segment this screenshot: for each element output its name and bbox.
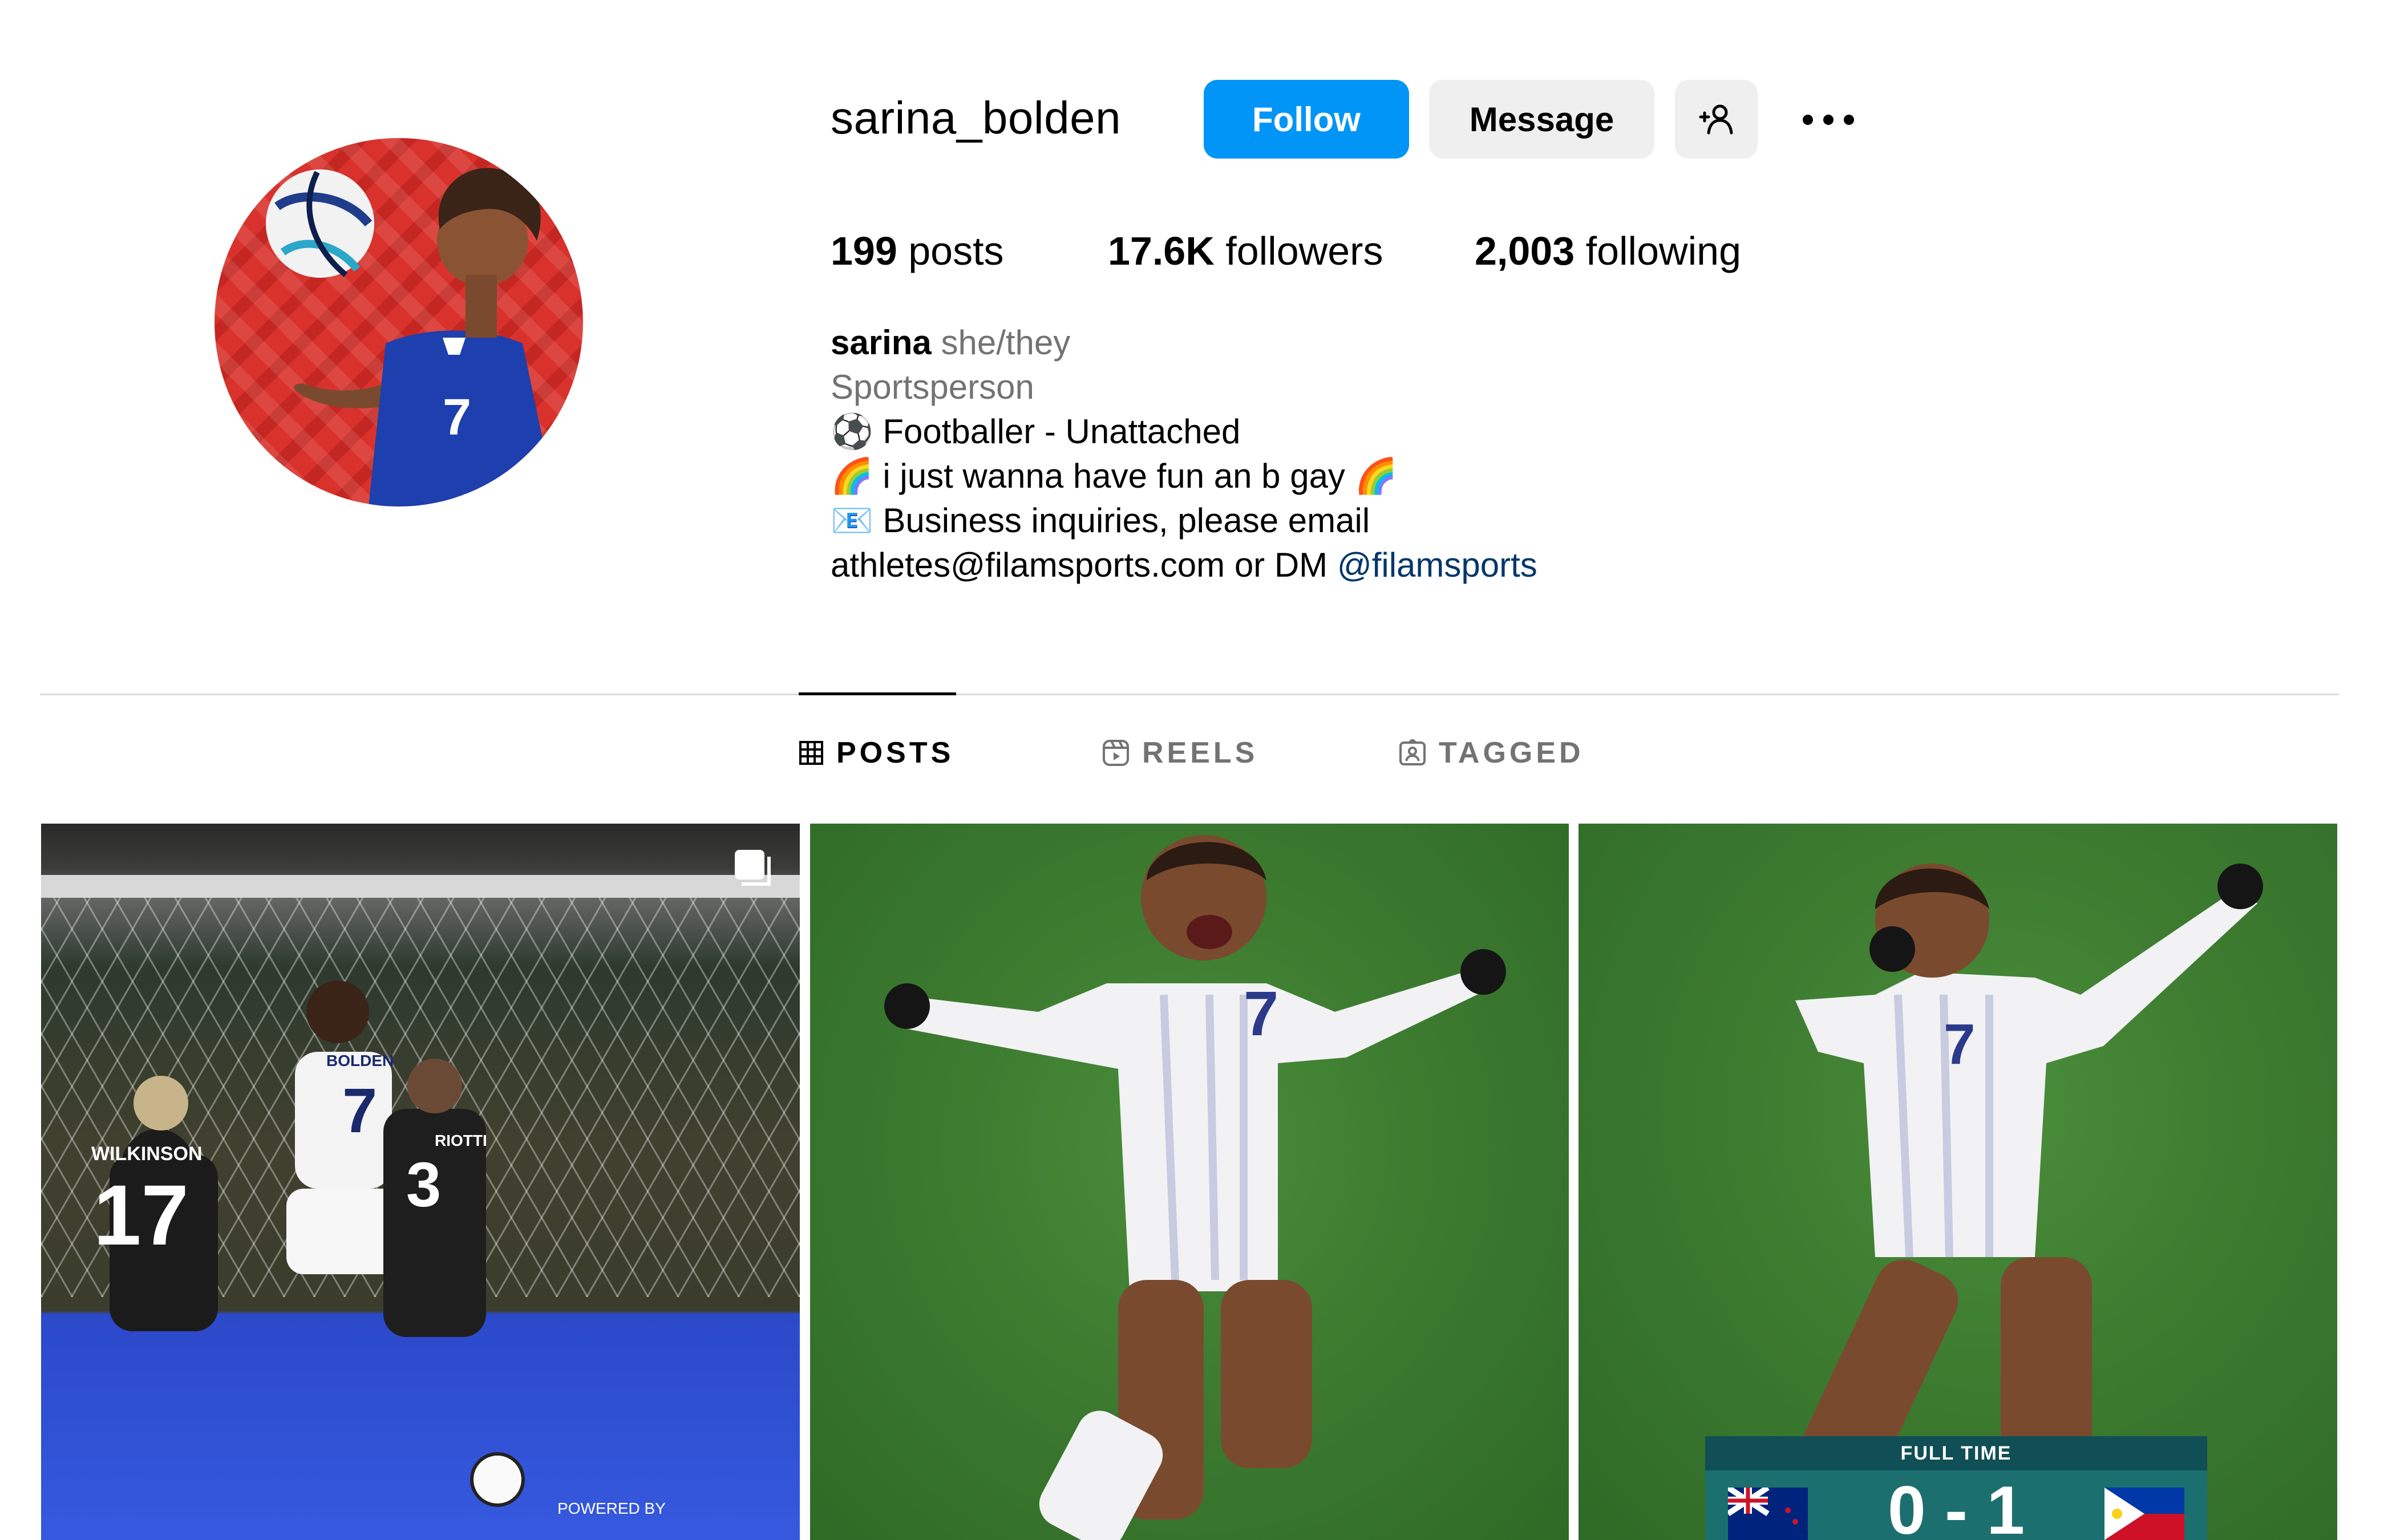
bio-line-3: 📧 Business inquiries, please email (831, 501, 1370, 540)
post-3-jersey-number: 7 (1944, 1012, 1976, 1076)
more-dots-icon (1803, 115, 1854, 125)
bio-line-2: 🌈 i just wanna have fun an b gay 🌈 (831, 457, 1398, 495)
svg-text:7: 7 (443, 389, 471, 446)
post-2-player (884, 835, 1506, 1540)
posts-count-label: posts (908, 229, 1004, 273)
post-3-player (1795, 864, 2263, 1494)
post-thumbnail[interactable]: 7 (810, 824, 1569, 1540)
bio-mention-link[interactable]: @filamsports (1337, 546, 1537, 584)
bio-line-1: ⚽ Footballer - Unattached (831, 412, 1241, 451)
tab-posts[interactable]: POSTS (799, 736, 954, 770)
tagged-icon (1399, 739, 1426, 765)
tab-tagged-label: TAGGED (1439, 736, 1584, 769)
player-number-left: 17 (94, 1167, 189, 1263)
player-name-right: RIOTTI (435, 1132, 487, 1149)
following-count-number: 2,003 (1475, 229, 1575, 273)
scoreboard-body: 0 - 1 (1705, 1470, 2207, 1540)
player-name-center: BOLDEN (326, 1052, 394, 1069)
post-2-jersey-number: 7 (1244, 979, 1279, 1049)
tabs-divider (40, 694, 2339, 695)
post-thumbnail[interactable]: 7 FULL TIME 0 - 1 (1579, 824, 2337, 1540)
add-person-icon (1699, 104, 1733, 135)
active-tab-indicator (799, 692, 956, 695)
player-number-right: 3 (406, 1150, 442, 1220)
philippines-flag-icon (2104, 1488, 2184, 1540)
tab-posts-label: POSTS (836, 736, 954, 769)
scoreboard-title: FULL TIME (1705, 1436, 2207, 1470)
profile-username: sarina_bolden (831, 92, 1122, 143)
follow-button[interactable]: Follow (1204, 80, 1409, 159)
more-options-button[interactable] (1797, 91, 1860, 148)
suggested-accounts-button[interactable] (1675, 80, 1758, 159)
scoreboard: FULL TIME 0 - 1 (1705, 1436, 2207, 1540)
tab-tagged[interactable]: TAGGED (1399, 736, 1584, 770)
post-thumbnail[interactable]: POWERED BY WILKINSON 17 BOLDEN 7 RIOTTI … (41, 824, 800, 1540)
reels-icon (1103, 740, 1129, 766)
followers-link[interactable]: 17.6K followers (1108, 222, 1383, 279)
tab-reels-label: REELS (1142, 736, 1258, 769)
bio-email-text: athletes@filamsports.com or DM (831, 546, 1337, 584)
followers-count-number: 17.6K (1108, 229, 1215, 273)
avatar-photo: 7 (266, 168, 557, 506)
bio-category: Sportsperson (831, 368, 1034, 406)
bio-pronouns: she/they (941, 323, 1071, 362)
player-number-center: 7 (342, 1076, 378, 1146)
post-1-overlay-text: POWERED BY (557, 1500, 666, 1517)
profile-avatar[interactable]: 7 (214, 138, 583, 506)
posts-count-number: 199 (831, 229, 897, 273)
following-link[interactable]: 2,003 following (1475, 222, 1741, 279)
following-count-label: following (1585, 229, 1742, 273)
tab-reels[interactable]: REELS (1102, 736, 1258, 770)
message-button[interactable]: Message (1429, 80, 1654, 159)
bio-line-4: athletes@filamsports.com or DM @filamspo… (831, 543, 1537, 587)
grid-icon (799, 741, 823, 765)
bio-display-name: sarina (831, 323, 932, 362)
posts-count: 199 posts (831, 222, 1004, 279)
bio-name-row: sarina she/they (831, 321, 1070, 365)
followers-count-label: followers (1225, 229, 1383, 273)
player-name-left: WILKINSON (91, 1143, 203, 1165)
